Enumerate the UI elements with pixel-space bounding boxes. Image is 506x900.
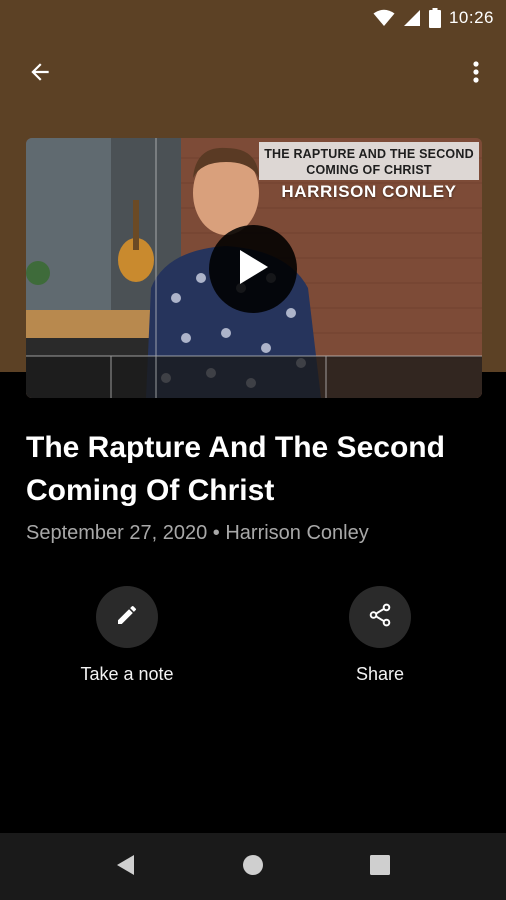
video-thumbnail[interactable]: THE RAPTURE AND THE SECOND COMING OF CHR… [26,138,482,398]
app-bar [0,48,506,100]
nav-back-button[interactable] [106,849,146,885]
signal-icon [403,9,421,27]
sermon-title: The Rapture And The Second Coming Of Chr… [26,431,445,507]
nav-recents-button[interactable] [360,849,400,885]
status-time: 10:26 [448,8,494,27]
take-note-circle[interactable] [96,586,158,648]
wifi-icon [373,9,395,27]
pencil-icon [115,603,139,632]
arrow-back-icon [27,59,53,90]
play-button[interactable] [209,225,297,313]
share-circle[interactable] [349,586,411,648]
share-label: Share [355,664,405,684]
take-note-label: Take a note [80,664,174,684]
thumbnail-title: THE RAPTURE AND THE SECOND COMING OF CHR… [259,142,479,180]
nav-back-icon [116,854,136,881]
take-note-button[interactable]: Take a note [47,586,207,685]
share-button[interactable]: Share [300,586,460,685]
more-vert-icon [473,60,479,89]
back-button[interactable] [18,54,62,94]
thumbnail-speaker: HARRISON CONLEY [281,182,457,201]
sermon-meta: September 27, 2020 • Harrison Conley [26,522,369,544]
nav-home-button[interactable] [233,849,273,885]
system-nav-bar [0,833,506,900]
share-icon [367,602,393,633]
battery-icon [428,8,441,28]
play-icon [236,248,270,291]
nav-home-icon [242,854,264,881]
nav-recents-icon [370,854,390,880]
status-bar: 10:26 [0,0,506,36]
more-options-button[interactable] [458,54,494,94]
